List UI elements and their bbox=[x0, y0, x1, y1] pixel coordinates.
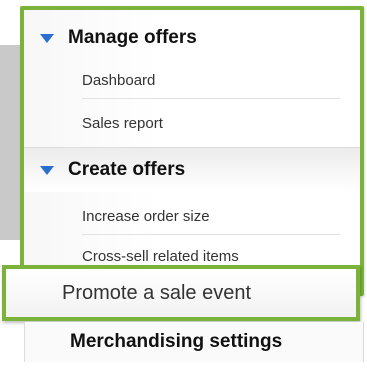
section-manage-offers[interactable]: Manage offers bbox=[24, 16, 360, 60]
section-title-create-offers: Create offers bbox=[68, 159, 186, 180]
menu-item-promote-sale-event[interactable]: Promote a sale event bbox=[2, 265, 360, 321]
menu-item-dashboard[interactable]: Dashboard bbox=[82, 62, 340, 99]
menu-item-sales-report[interactable]: Sales report bbox=[82, 105, 340, 141]
triangle-down-icon bbox=[40, 165, 54, 175]
section-create-offers[interactable]: Create offers bbox=[24, 147, 360, 192]
background-panel bbox=[0, 45, 20, 240]
menu-item-increase-order-size[interactable]: Increase order size bbox=[82, 198, 340, 235]
menu-item-merchandising-settings[interactable]: Merchandising settings bbox=[24, 322, 364, 362]
triangle-down-icon bbox=[40, 33, 54, 43]
section-title-manage-offers: Manage offers bbox=[68, 27, 197, 48]
offers-menu-panel: Manage offers Dashboard Sales report Cre… bbox=[20, 6, 364, 296]
